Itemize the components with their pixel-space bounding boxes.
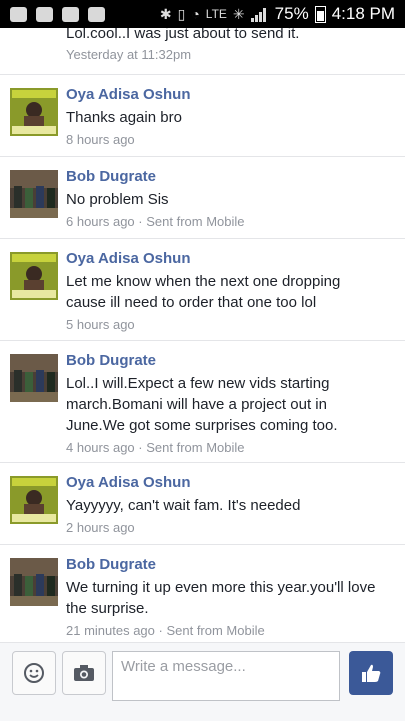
smiley-icon (24, 663, 44, 683)
composer (0, 642, 405, 721)
sender-name[interactable]: Oya Adisa Oshun (66, 250, 190, 267)
avatar[interactable] (10, 170, 58, 218)
message-line: We turning it up even more this year.you… (66, 579, 376, 596)
like-button[interactable] (349, 651, 393, 695)
camera-button[interactable] (62, 651, 106, 695)
message-body: No problem Sis 6 hours ago · Sent from Mo… (66, 189, 396, 232)
avatar[interactable] (10, 252, 58, 300)
message-meta: 8 hours ago (66, 129, 396, 150)
message-time: 5 hours ago (66, 317, 135, 332)
message-time: 4 hours ago (66, 440, 135, 455)
bluetooth-icon: ✱ (159, 5, 172, 22)
message-body: We turning it up even more this year.you… (66, 577, 396, 641)
network-type: LTE (205, 7, 227, 21)
message-body: Let me know when the next one dropping ca… (66, 271, 396, 335)
data-activity-icon: ✳ (232, 5, 245, 22)
heart-notification-icon (62, 6, 79, 22)
message-time: 6 hours ago (66, 214, 135, 229)
sent-from-mobile: · Sent from Mobile (134, 440, 245, 455)
sender-name[interactable]: Bob Dugrate (66, 556, 156, 573)
mail-notification-icon (88, 6, 105, 22)
status-bar: ✱ ▯ ◔ LTE ✳ 75% 4:18 PM (0, 0, 405, 28)
sender-name[interactable]: Oya Adisa Oshun (66, 86, 190, 103)
battery-icon (314, 5, 326, 23)
thumbs-up-icon (362, 664, 381, 682)
message-line: cause ill need to order that one too lol (66, 294, 317, 311)
message-partial: Lol.cool..I was just about to send it. Y… (0, 28, 405, 75)
message-text: Lol.cool..I was just about to send it. (66, 28, 300, 42)
message-input[interactable] (112, 651, 340, 701)
message-line: No problem Sis (66, 191, 169, 208)
message-line: march.Bomani will have a project out in (66, 396, 327, 413)
message-item: Bob Dugrate Lol..I will.Expect a few new … (0, 340, 405, 463)
chat-notification-icon (10, 6, 27, 22)
message-time: Yesterday at 11:32pm (66, 47, 192, 62)
sent-from-mobile: · Sent from Mobile (134, 214, 245, 229)
message-time: 21 minutes ago (66, 623, 155, 638)
camera-icon (74, 665, 94, 681)
message-line: Lol..I will.Expect a few new vids starti… (66, 375, 330, 392)
message-thread[interactable]: Lol.cool..I was just about to send it. Y… (0, 28, 405, 642)
avatar[interactable] (10, 88, 58, 136)
message-body: Yayyyyy, can't wait fam. It's needed 2 ho… (66, 495, 396, 538)
avatar[interactable] (10, 354, 58, 402)
message-meta: 2 hours ago (66, 517, 396, 538)
message-line: June.We got some surprises coming too. (66, 417, 338, 434)
message-item: Bob Dugrate We turning it up even more th… (0, 544, 405, 642)
signal-icon (250, 7, 269, 22)
avatar[interactable] (10, 476, 58, 524)
message-meta: 4 hours ago · Sent from Mobile (66, 437, 396, 458)
message-meta: 5 hours ago (66, 314, 396, 335)
clock: 4:18 PM (331, 4, 395, 23)
message-item: Oya Adisa Oshun Thanks again bro 8 hours a… (0, 74, 405, 157)
message-item: Oya Adisa Oshun Let me know when the next… (0, 238, 405, 341)
sticker-button[interactable] (12, 651, 56, 695)
message-time: 8 hours ago (66, 132, 135, 147)
battery-level: 75% (274, 4, 309, 23)
message-body: Lol..I will.Expect a few new vids starti… (66, 373, 396, 458)
sender-name[interactable]: Oya Adisa Oshun (66, 474, 190, 491)
alarm-icon: ◔ (191, 6, 200, 22)
vibrate-icon: ▯ (177, 5, 186, 22)
message-item: Oya Adisa Oshun Yayyyyy, can't wait fam. … (0, 462, 405, 545)
message-item: Bob Dugrate No problem Sis 6 hours ago · S… (0, 156, 405, 239)
message-line: the surprise. (66, 600, 149, 617)
message-body: Thanks again bro 8 hours ago (66, 107, 396, 150)
message-line: Yayyyyy, can't wait fam. It's needed (66, 497, 301, 514)
message-line: Let me know when the next one dropping (66, 273, 341, 290)
app-notification-icon (36, 6, 53, 22)
message-meta: 6 hours ago · Sent from Mobile (66, 211, 396, 232)
message-line: Thanks again bro (66, 109, 182, 126)
sender-name[interactable]: Bob Dugrate (66, 352, 156, 369)
avatar[interactable] (10, 558, 58, 606)
message-time: 2 hours ago (66, 520, 135, 535)
sender-name[interactable]: Bob Dugrate (66, 168, 156, 185)
sent-from-mobile: · Sent from Mobile (154, 623, 265, 638)
message-meta: 21 minutes ago · Sent from Mobile (66, 620, 396, 641)
